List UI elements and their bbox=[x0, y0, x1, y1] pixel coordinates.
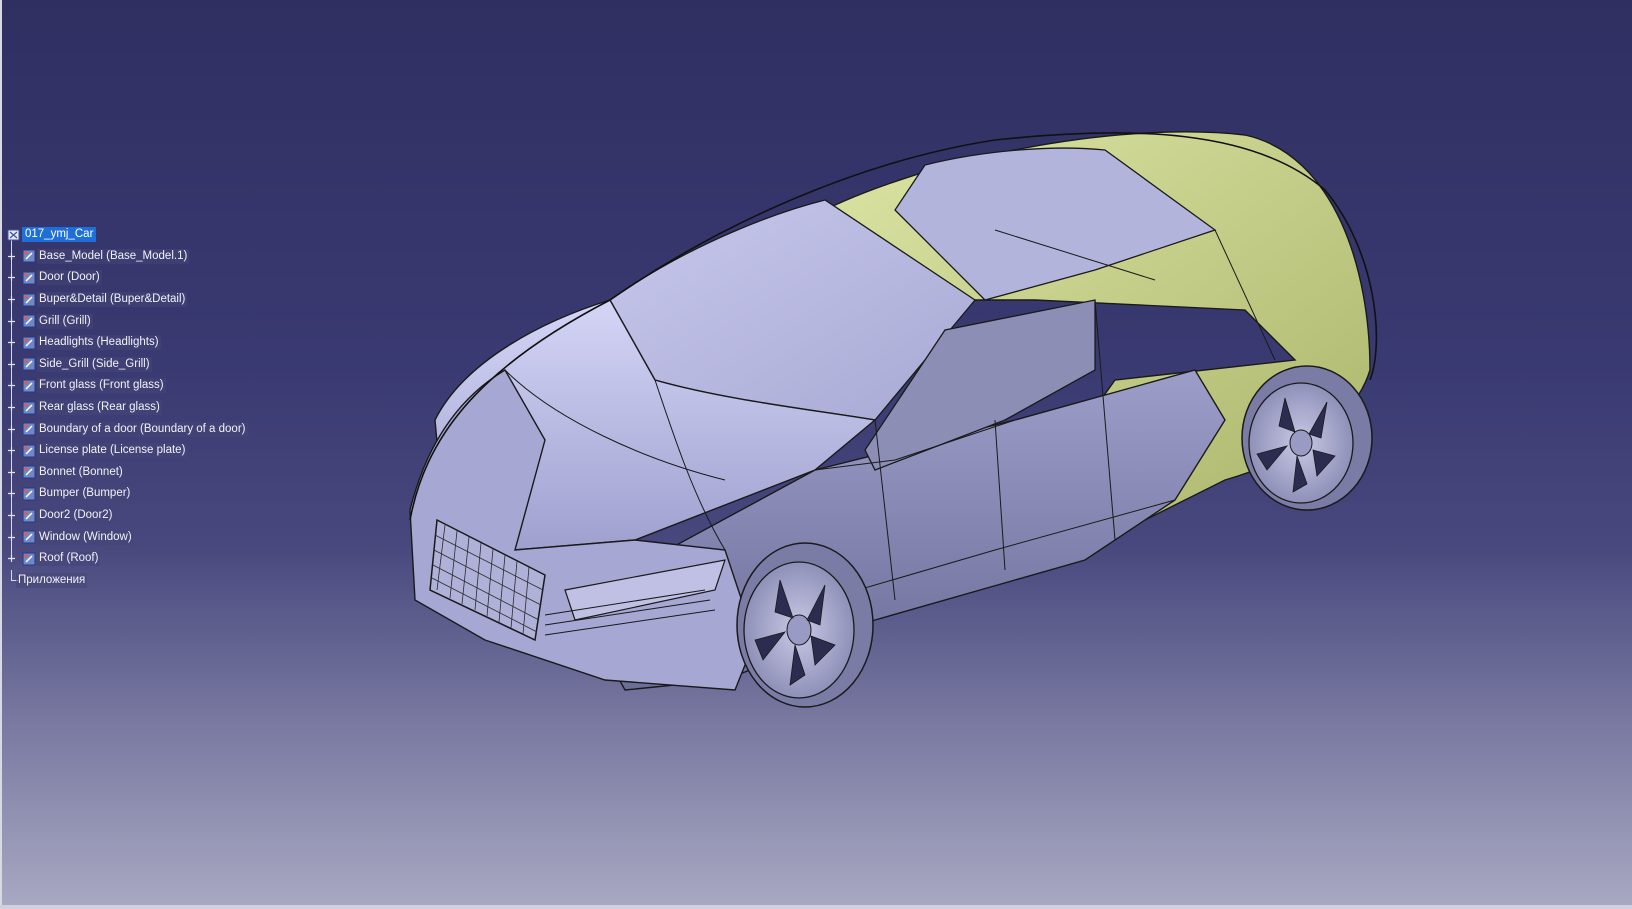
tree-root[interactable]: 017_ymj_Car bbox=[4, 224, 264, 246]
plus-expander-icon[interactable] bbox=[7, 511, 16, 520]
rear-wheel[interactable] bbox=[1241, 365, 1373, 511]
tree-item-label[interactable]: Side_Grill (Side_Grill) bbox=[37, 356, 152, 372]
tree-item-label[interactable]: Bumper (Bumper) bbox=[37, 486, 133, 502]
tree-item-label[interactable]: Rear glass (Rear glass) bbox=[37, 400, 162, 416]
part-icon bbox=[22, 357, 36, 371]
applications-label[interactable]: Приложения bbox=[16, 572, 88, 588]
plus-expander-icon[interactable] bbox=[7, 446, 16, 455]
tree-item-door2[interactable]: Door2 (Door2) bbox=[4, 505, 264, 527]
tree-item-label[interactable]: Boundary of a door (Boundary of a door) bbox=[37, 421, 248, 437]
tree-item-window[interactable]: Window (Window) bbox=[4, 526, 264, 548]
tree-item-label[interactable]: Roof (Roof) bbox=[37, 551, 101, 567]
specification-tree: 017_ymj_Car Base_Model (Base_Model.1) Do… bbox=[4, 224, 264, 591]
product-icon bbox=[7, 229, 20, 241]
plus-expander-icon[interactable] bbox=[7, 403, 16, 412]
part-icon bbox=[22, 465, 36, 479]
part-icon bbox=[22, 314, 36, 328]
plus-expander-icon[interactable] bbox=[7, 295, 16, 304]
front-wheel[interactable] bbox=[736, 542, 874, 708]
part-icon bbox=[22, 422, 36, 436]
part-icon bbox=[22, 293, 36, 307]
plus-expander-icon[interactable] bbox=[7, 533, 16, 542]
tree-item-base-model[interactable]: Base_Model (Base_Model.1) bbox=[4, 246, 264, 268]
tree-item-label[interactable]: Window (Window) bbox=[37, 529, 134, 545]
part-icon bbox=[22, 271, 36, 285]
tree-item-label[interactable]: Buper&Detail (Buper&Detail) bbox=[37, 292, 188, 308]
tree-item-label[interactable]: Base_Model (Base_Model.1) bbox=[37, 248, 190, 264]
plus-expander-icon[interactable] bbox=[7, 273, 16, 282]
plus-expander-icon[interactable] bbox=[7, 338, 16, 347]
plus-expander-icon[interactable] bbox=[7, 468, 16, 477]
plus-expander-icon[interactable] bbox=[7, 252, 16, 261]
tree-item-bumper[interactable]: Bumper (Bumper) bbox=[4, 483, 264, 505]
plus-expander-icon[interactable] bbox=[7, 360, 16, 369]
part-icon bbox=[22, 444, 36, 458]
tree-item-bonnet[interactable]: Bonnet (Bonnet) bbox=[4, 462, 264, 484]
tree-item-label[interactable]: License plate (License plate) bbox=[37, 443, 188, 459]
tree-item-label[interactable]: Grill (Grill) bbox=[37, 313, 93, 329]
viewport-bottom-border bbox=[0, 905, 1632, 909]
tree-item-boundary-door[interactable]: Boundary of a door (Boundary of a door) bbox=[4, 418, 264, 440]
part-icon bbox=[22, 530, 36, 544]
tree-item-label[interactable]: Front glass (Front glass) bbox=[37, 378, 166, 394]
tree-item-rear-glass[interactable]: Rear glass (Rear glass) bbox=[4, 397, 264, 419]
tree-item-label[interactable]: Door (Door) bbox=[37, 270, 102, 286]
tree-item-headlights[interactable]: Headlights (Headlights) bbox=[4, 332, 264, 354]
part-icon bbox=[22, 401, 36, 415]
tree-item-license-plate[interactable]: License plate (License plate) bbox=[4, 440, 264, 462]
tree-root-label[interactable]: 017_ymj_Car bbox=[22, 227, 97, 243]
tree-item-front-glass[interactable]: Front glass (Front glass) bbox=[4, 375, 264, 397]
car-3d-model[interactable] bbox=[395, 120, 1385, 710]
tree-item-grill[interactable]: Grill (Grill) bbox=[4, 310, 264, 332]
tree-item-door[interactable]: Door (Door) bbox=[4, 267, 264, 289]
tree-item-side-grill[interactable]: Side_Grill (Side_Grill) bbox=[4, 354, 264, 376]
part-icon bbox=[22, 509, 36, 523]
tree-item-applications[interactable]: Приложения bbox=[4, 569, 264, 592]
part-icon bbox=[22, 379, 36, 393]
3d-viewport[interactable]: 017_ymj_Car Base_Model (Base_Model.1) Do… bbox=[0, 0, 1632, 909]
plus-expander-icon[interactable] bbox=[7, 425, 16, 434]
part-icon bbox=[22, 336, 36, 350]
tree-item-label[interactable]: Bonnet (Bonnet) bbox=[37, 464, 125, 480]
part-icon bbox=[22, 249, 36, 263]
tree-item-roof[interactable]: Roof (Roof) bbox=[4, 548, 264, 570]
plus-expander-icon[interactable] bbox=[7, 489, 16, 498]
part-icon bbox=[22, 552, 36, 566]
part-icon bbox=[22, 487, 36, 501]
viewport-left-border bbox=[0, 0, 2, 909]
tree-item-buper-detail[interactable]: Buper&Detail (Buper&Detail) bbox=[4, 289, 264, 311]
plus-expander-icon[interactable] bbox=[7, 381, 16, 390]
tree-item-label[interactable]: Headlights (Headlights) bbox=[37, 335, 161, 351]
plus-expander-icon[interactable] bbox=[7, 554, 16, 563]
plus-expander-icon[interactable] bbox=[7, 317, 16, 326]
tree-item-label[interactable]: Door2 (Door2) bbox=[37, 508, 115, 524]
